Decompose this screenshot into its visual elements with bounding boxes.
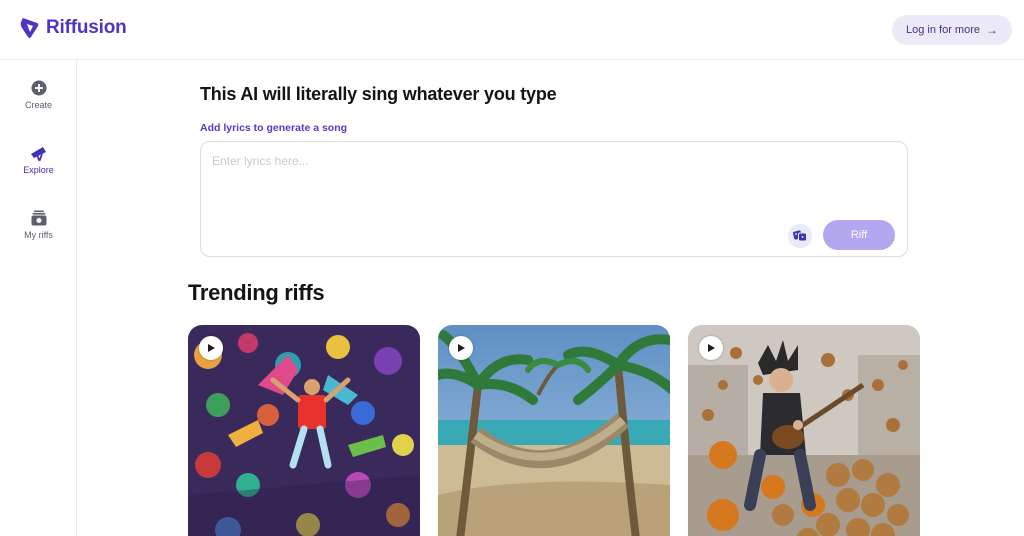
play-button[interactable] [699,336,723,360]
sidebar-item-my-riffs[interactable]: My riffs [0,210,77,240]
sidebar-item-label: My riffs [24,230,53,240]
play-icon [708,344,715,352]
brand-logo-link[interactable]: Riffusion [20,17,127,39]
random-lyrics-button[interactable] [788,224,812,248]
sidebar-item-label: Explore [23,165,54,175]
trending-riff-card[interactable] [438,325,670,536]
play-icon [458,344,465,352]
brand-name: Riffusion [46,17,127,38]
play-button[interactable] [449,336,473,360]
stack-icon [31,210,46,226]
sidebar: Create Explore My riffs [0,60,77,536]
sidebar-item-label: Create [24,100,52,110]
lyrics-composer: Riff [200,141,908,257]
play-button[interactable] [199,336,223,360]
riff-cover-image [438,325,670,536]
login-button[interactable]: Log in for more → [892,15,1012,45]
login-label: Log in for more [906,24,980,36]
lyrics-prompt-label: Add lyrics to generate a song [200,122,348,134]
riff-submit-button[interactable]: Riff [823,220,895,250]
sidebar-item-explore[interactable]: Explore [0,145,77,175]
telescope-icon [30,147,46,161]
lyrics-input[interactable] [212,154,892,214]
page-title: This AI will literally sing whatever you… [200,84,557,104]
dice-icon [793,230,807,242]
riffusion-logo-icon [20,18,39,38]
riff-cover-image [188,325,420,536]
play-icon [208,344,215,352]
trending-riff-card[interactable] [188,325,420,536]
trending-riff-card[interactable] [688,325,920,536]
plus-circle-icon [31,80,46,96]
riff-cover-image [688,325,920,536]
top-bar: Riffusion Log in for more → [0,0,1024,60]
arrow-right-icon: → [985,23,998,37]
sidebar-item-create[interactable]: Create [0,80,77,110]
trending-section-title: Trending riffs [188,280,325,305]
